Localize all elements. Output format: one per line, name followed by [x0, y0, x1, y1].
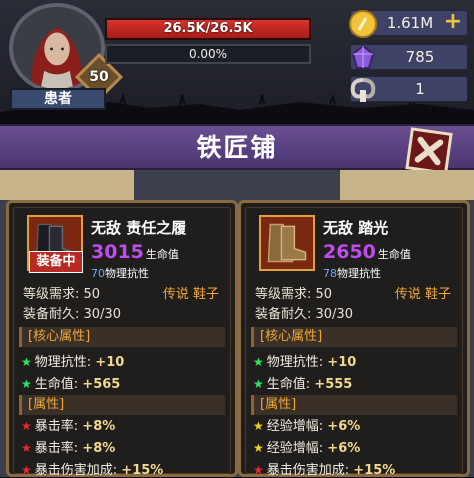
- brown-boots-icon: [261, 217, 313, 269]
- stat-label: 生命值:: [34, 377, 79, 392]
- equipped-tag: 装备中: [29, 251, 83, 273]
- item-name: 无敌 责任之履: [91, 219, 187, 237]
- stat-label: 暴击率:: [34, 441, 79, 456]
- phys-unit: 物理抗性: [337, 267, 381, 280]
- stat-value: +8%: [82, 419, 116, 434]
- gold-coin-icon: [349, 10, 377, 38]
- gem-value: 785: [405, 48, 435, 66]
- stat-label: 经验增幅:: [266, 441, 324, 456]
- stat-label: 暴击伤害加成:: [266, 463, 350, 478]
- hp-unit: 生命值: [145, 248, 179, 261]
- item-phys: 70物理抗性: [91, 265, 149, 281]
- hp-value: 3015: [91, 241, 144, 263]
- stat-value: +565: [82, 377, 121, 392]
- item-hp: 2650 生命值: [323, 241, 411, 263]
- item-durability: 装备耐久: 30/30: [255, 307, 353, 322]
- phys-value: 78: [323, 267, 337, 280]
- red-star-icon: ★: [21, 419, 32, 433]
- close-x-icon: [414, 136, 444, 166]
- attributes-header: [属性]: [251, 395, 457, 415]
- item-rarity: 传说 鞋子: [394, 287, 451, 302]
- add-gold-button[interactable]: +: [443, 11, 463, 34]
- xp-bar: 0.00%: [105, 44, 311, 64]
- green-star-icon: ★: [253, 355, 264, 369]
- player-name: 患者: [10, 88, 106, 110]
- green-star-icon: ★: [21, 377, 32, 391]
- phys-unit: 物理抗性: [105, 267, 149, 280]
- red-star-icon: ★: [21, 441, 32, 455]
- xp-text: 0.00%: [188, 47, 228, 61]
- shop-paper-right: [340, 170, 474, 200]
- item-name: 无敌 踏光: [323, 219, 389, 237]
- core-stat: ★ 生命值: +565: [21, 373, 120, 392]
- shop-title-bar: 铁匠铺: [0, 124, 474, 170]
- item-rarity: 传说 鞋子: [162, 287, 219, 302]
- attr-stat: ★ 暴击伤害加成: +15%: [253, 459, 395, 478]
- hp-bar: 26.5K/26.5K: [105, 18, 311, 40]
- shop-paper-left: [0, 170, 134, 200]
- stat-label: 物理抗性:: [266, 355, 324, 370]
- item-card-compare[interactable]: 无敌 踏光 2650 生命值 78物理抗性 等级需求: 50 传说 鞋子 装备耐久…: [238, 200, 470, 478]
- item-hp: 3015 生命值: [91, 241, 179, 263]
- gem-counter[interactable]: 785: [350, 44, 468, 70]
- key-value: 1: [415, 80, 425, 98]
- purple-gem-icon: [351, 44, 375, 69]
- stat-value: +15%: [121, 463, 164, 478]
- attributes-header: [属性]: [19, 395, 225, 415]
- phys-value: 70: [91, 267, 105, 280]
- gold-counter[interactable]: 1.61M +: [349, 10, 468, 38]
- item-phys: 78物理抗性: [323, 265, 381, 281]
- core-stat: ★ 物理抗性: +10: [21, 351, 124, 370]
- stat-value: +15%: [353, 463, 396, 478]
- core-stat: ★ 物理抗性: +10: [253, 351, 356, 370]
- attr-stat: ★ 暴击率: +8%: [21, 437, 115, 456]
- shop-title: 铁匠铺: [196, 133, 278, 162]
- green-star-icon: ★: [21, 355, 32, 369]
- stat-value: +555: [314, 377, 353, 392]
- stat-value: +10: [327, 355, 357, 370]
- stat-value: +6%: [327, 419, 361, 434]
- stat-value: +8%: [82, 441, 116, 456]
- key-counter[interactable]: 1: [350, 76, 468, 102]
- hp-value: 2650: [323, 241, 376, 263]
- stat-label: 暴击率:: [34, 419, 79, 434]
- item-durability: 装备耐久: 30/30: [23, 307, 121, 322]
- close-button[interactable]: [405, 127, 453, 175]
- stat-label: 生命值:: [266, 377, 311, 392]
- attr-stat: ★ 暴击伤害加成: +15%: [21, 459, 163, 478]
- hp-unit: 生命值: [377, 248, 411, 261]
- yellow-star-icon: ★: [253, 419, 264, 433]
- ram-horn-key-icon: [350, 78, 376, 102]
- level-requirement: 等级需求: 50: [23, 287, 101, 302]
- item-card-equipped[interactable]: 装备中 无敌 责任之履 3015 生命值 70物理抗性 等级需求: 50 传说 鞋…: [6, 200, 238, 478]
- hp-text: 26.5K/26.5K: [163, 21, 253, 36]
- red-star-icon: ★: [21, 463, 32, 477]
- core-attributes-header: [核心属性]: [19, 327, 225, 347]
- stat-value: +6%: [327, 441, 361, 456]
- green-star-icon: ★: [253, 377, 264, 391]
- stat-label: 物理抗性:: [34, 355, 92, 370]
- level-requirement: 等级需求: 50: [255, 287, 333, 302]
- yellow-star-icon: ★: [253, 441, 264, 455]
- item-slot: [259, 215, 315, 271]
- attr-stat: ★ 暴击率: +8%: [21, 415, 115, 434]
- stat-value: +10: [95, 355, 125, 370]
- core-attributes-header: [核心属性]: [251, 327, 457, 347]
- red-star-icon: ★: [253, 463, 264, 477]
- stat-label: 经验增幅:: [266, 419, 324, 434]
- gold-value: 1.61M: [386, 14, 434, 32]
- attr-stat: ★ 经验增幅: +6%: [253, 437, 360, 456]
- attr-stat: ★ 经验增幅: +6%: [253, 415, 360, 434]
- stat-label: 暴击伤害加成:: [34, 463, 118, 478]
- core-stat: ★ 生命值: +555: [253, 373, 352, 392]
